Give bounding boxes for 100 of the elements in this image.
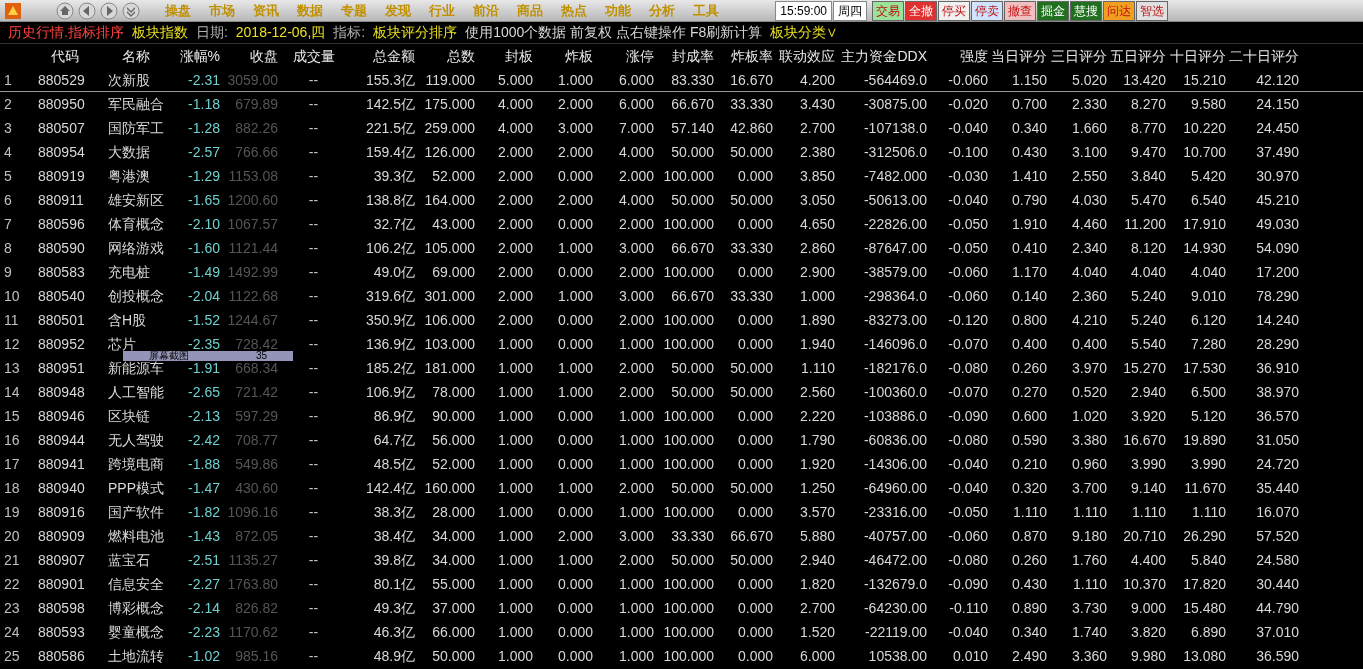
table-cell: -83273.00 — [863, 312, 927, 327]
table-cell: 52.000 — [432, 168, 475, 183]
table-cell: -- — [308, 576, 319, 591]
table-cell: 土地流转 — [108, 648, 164, 663]
column-header[interactable]: 主力资金DDX — [841, 45, 927, 67]
table-cell: 0.000 — [737, 264, 773, 279]
table-cell: 6.000 — [618, 72, 654, 87]
context-menu[interactable]: 屏幕截图 35 — [123, 351, 293, 361]
table-cell: 0.960 — [1071, 456, 1107, 471]
column-header[interactable]: 强度 — [960, 45, 988, 67]
table-cell: -- — [308, 144, 319, 159]
table-cell: 50.000 — [671, 360, 714, 375]
table-cell: 5.470 — [1130, 192, 1166, 207]
table-cell: 882.26 — [235, 120, 278, 135]
home-icon[interactable] — [56, 1, 74, 20]
column-header[interactable]: 封板 — [505, 45, 533, 67]
column-header[interactable]: 当日评分 — [991, 45, 1047, 67]
table-cell: 2.000 — [618, 480, 654, 495]
column-header[interactable]: 炸板 — [565, 45, 593, 67]
table-cell: 301.000 — [424, 288, 475, 303]
column-header[interactable]: 十日评分 — [1170, 45, 1226, 67]
toolbar-button[interactable]: 停买 — [938, 0, 970, 21]
toolbar-button[interactable]: 智选 — [1136, 0, 1168, 21]
table-cell: -40757.00 — [863, 528, 927, 543]
table-cell: 5.240 — [1130, 312, 1166, 327]
table-cell: -2.51 — [188, 552, 220, 567]
column-header[interactable]: 三日评分 — [1051, 45, 1107, 67]
table-cell: 100.000 — [663, 264, 714, 279]
table-cell: -14306.00 — [863, 456, 927, 471]
table-cell: -38579.00 — [863, 264, 927, 279]
info-text[interactable]: 板块分类∨ — [770, 22, 839, 43]
info-text[interactable]: 板块指数 — [131, 22, 188, 43]
column-header[interactable]: 名称 — [122, 45, 150, 67]
column-header[interactable]: 收盘 — [250, 45, 278, 67]
table-cell: 33.330 — [671, 528, 714, 543]
column-header[interactable]: 联动效应 — [779, 45, 835, 67]
table-cell: 50.000 — [671, 480, 714, 495]
table-cell: 3.990 — [1130, 456, 1166, 471]
row-number: 15 — [4, 408, 20, 423]
table-cell: 35.440 — [1256, 480, 1299, 495]
table-cell: 1.000 — [618, 408, 654, 423]
column-header[interactable]: 封成率 — [672, 45, 714, 67]
back-icon[interactable] — [78, 1, 96, 20]
table-cell: -1.88 — [188, 456, 220, 471]
table-cell: 网络游戏 — [108, 240, 164, 255]
column-header[interactable]: 二十日评分 — [1229, 45, 1299, 67]
table-cell: 1200.60 — [227, 192, 278, 207]
table-cell: -0.040 — [948, 120, 988, 135]
table-cell: 34.000 — [432, 528, 475, 543]
selected-row[interactable]: 1 880529 次新股 -2.31 3059.00 -- 155.3亿 119.000 5.000 1.000 6.000 83.330 16.670 4.200 -564469.0 -0.060 1.150 5.020 13.420 15.210 42.120 — [0, 68, 1363, 92]
table-cell: -0.120 — [948, 312, 988, 327]
row-number: 10 — [4, 288, 20, 303]
forward-icon[interactable] — [100, 1, 118, 20]
table-cell: 2.900 — [799, 264, 835, 279]
toolbar-button[interactable]: 掘金 — [1037, 0, 1069, 21]
toolbar-button[interactable]: 交易 — [872, 0, 904, 21]
column-header[interactable]: 涨幅% — [179, 45, 220, 67]
column-header[interactable]: 成交量 — [292, 45, 335, 67]
toolbar-button[interactable]: 撤查 — [1004, 0, 1036, 21]
table-cell: 57.520 — [1256, 528, 1299, 543]
table-cell: -2.57 — [188, 144, 220, 159]
table-cell: 181.000 — [424, 360, 475, 375]
table-cell: 880919 — [38, 168, 85, 183]
column-header[interactable]: 总数 — [447, 45, 475, 67]
table-cell: 175.000 — [424, 96, 475, 111]
table-cell: 185.2亿 — [365, 360, 415, 375]
table-cell: 872.05 — [235, 528, 278, 543]
table-cell: 14.240 — [1256, 312, 1299, 327]
table-cell: 1.000 — [497, 528, 533, 543]
row-number: 12 — [4, 336, 20, 351]
table-cell: 0.000 — [557, 600, 593, 615]
table-cell: 728.42 — [235, 336, 278, 351]
info-text[interactable]: 2018-12-06,四 — [235, 22, 326, 43]
toolbar-button[interactable]: 全撤 — [905, 0, 937, 21]
double-down-icon[interactable] — [122, 1, 140, 20]
toolbar-button[interactable]: 慧搜 — [1070, 0, 1102, 21]
table-cell: 5.540 — [1130, 336, 1166, 351]
table-cell: -2.23 — [188, 624, 220, 639]
column-header[interactable]: 代码 — [51, 45, 79, 67]
table-cell: 24.580 — [1256, 552, 1299, 567]
table-cell: 4.000 — [497, 120, 533, 135]
column-header[interactable]: 五日评分 — [1110, 45, 1166, 67]
table-cell: 5.880 — [799, 528, 835, 543]
column-header[interactable]: 涨停 — [626, 45, 654, 67]
column-header[interactable]: 炸板率 — [731, 45, 773, 67]
info-text[interactable]: 板块评分排序 — [373, 22, 458, 43]
table-cell: -22119.00 — [865, 624, 927, 639]
toolbar-button[interactable]: 停卖 — [971, 0, 1003, 21]
table-cell: 1.000 — [497, 624, 533, 639]
table-cell: 1.110 — [1073, 504, 1107, 519]
table-cell: 100.000 — [663, 648, 714, 663]
table-cell: 1.000 — [497, 384, 533, 399]
table-cell: -1.29 — [188, 168, 220, 183]
table-cell: 50.000 — [671, 192, 714, 207]
table-cell: 2.700 — [799, 120, 835, 135]
menu-item-label[interactable]: 屏幕截图 — [149, 351, 189, 361]
column-header[interactable]: 总金额 — [373, 45, 415, 67]
row-number: 7 — [4, 216, 12, 231]
table-cell: 155.3亿 — [365, 72, 415, 87]
table-cell: 0.000 — [737, 456, 773, 471]
